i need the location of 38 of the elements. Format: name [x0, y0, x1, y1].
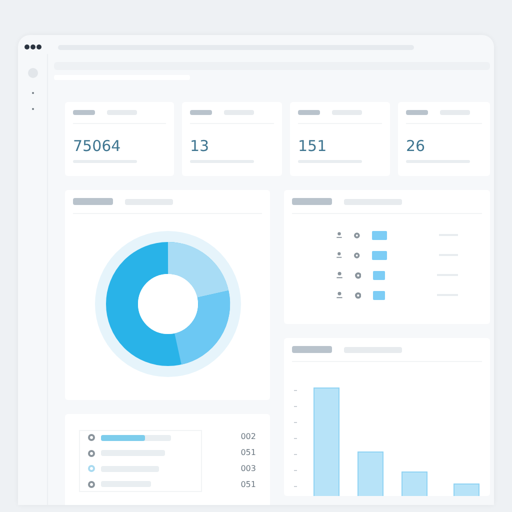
- window-controls-icon[interactable]: [24, 44, 42, 50]
- stat-value: 75064: [73, 138, 122, 154]
- bar: [358, 452, 384, 496]
- placeholder-bar: [298, 110, 320, 115]
- user-icon: [336, 270, 344, 280]
- stat-value: 13: [190, 138, 210, 154]
- user-icon: [336, 290, 343, 300]
- list-value: 002: [240, 432, 256, 442]
- badge-icon: [354, 290, 362, 300]
- list-value: 051: [240, 480, 256, 490]
- placeholder-bar: [224, 110, 254, 115]
- placeholder-bar: [292, 346, 332, 353]
- stat-value: 151: [298, 138, 328, 154]
- tag-chip: [372, 230, 387, 240]
- stat-value: 26: [406, 138, 426, 154]
- placeholder-bar: [73, 198, 113, 205]
- bar: [402, 472, 428, 496]
- tag-chip: [373, 290, 386, 300]
- tag-chip: [372, 250, 388, 260]
- list-value: 051: [240, 448, 256, 458]
- placeholder-bar: [292, 198, 332, 205]
- tag-chip: [373, 270, 385, 280]
- list-value: 003: [240, 464, 256, 474]
- badge-icon: [354, 250, 360, 260]
- user-icon: [336, 250, 342, 260]
- badge-icon: [354, 230, 360, 240]
- placeholder-bar: [440, 110, 470, 115]
- placeholder-bar: [344, 198, 402, 204]
- bar: [454, 484, 480, 496]
- placeholder-bar: [107, 110, 137, 115]
- placeholder-bar: [73, 110, 95, 115]
- placeholder-bar: [125, 198, 173, 204]
- placeholder-bar: [332, 110, 362, 115]
- placeholder-bar: [344, 346, 402, 352]
- placeholder-bar: [406, 110, 428, 115]
- placeholder-bar: [190, 110, 212, 115]
- badge-icon: [355, 270, 362, 280]
- user-icon: [336, 230, 342, 240]
